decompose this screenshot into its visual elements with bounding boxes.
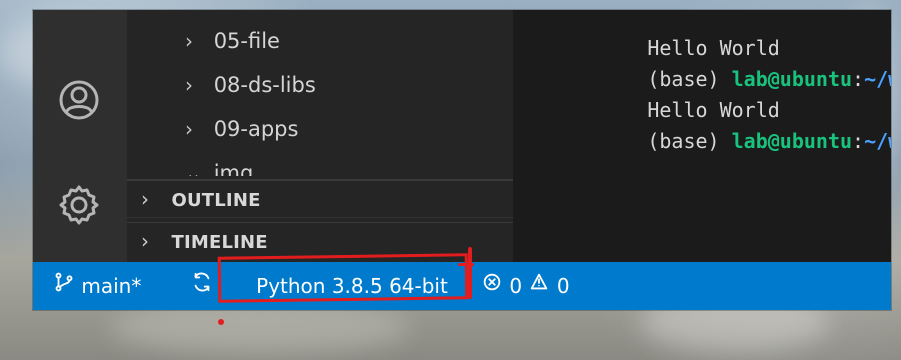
- chevron-right-icon: ›: [185, 73, 193, 97]
- warning-icon: [528, 262, 550, 310]
- git-branch-status[interactable]: main*: [53, 262, 141, 310]
- timeline-section-header[interactable]: › TIMELINE: [127, 222, 513, 259]
- desktop-screenshot: › 05-file › 08-ds-libs › 09-apps ⌄ img ›…: [0, 0, 901, 360]
- prompt-prefix: (base): [647, 129, 732, 153]
- explorer-item-08-ds-libs[interactable]: › 08-ds-libs: [185, 68, 316, 102]
- explorer-item-label: img: [213, 161, 254, 176]
- vscode-window: › 05-file › 08-ds-libs › 09-apps ⌄ img ›…: [33, 10, 891, 310]
- prompt-path: ~/wo: [864, 129, 891, 153]
- prompt-separator: :: [852, 129, 865, 153]
- explorer-item-label: 05-file: [213, 29, 280, 53]
- chevron-right-icon: ›: [141, 229, 150, 253]
- account-icon[interactable]: [55, 76, 103, 124]
- sync-button[interactable]: [190, 262, 214, 310]
- activity-bar: [33, 10, 127, 262]
- chevron-right-icon: ›: [185, 29, 193, 53]
- warning-count: 0: [556, 274, 570, 298]
- error-count: 0: [509, 274, 523, 298]
- prompt-path: ~/wo: [864, 67, 891, 91]
- timeline-label: TIMELINE: [171, 232, 268, 253]
- outline-section-header[interactable]: › OUTLINE: [127, 179, 513, 218]
- terminal-panel[interactable]: Hello World (base) lab@ubuntu:~/wo Hello…: [513, 10, 891, 262]
- prompt-user: lab@ubuntu: [731, 129, 853, 153]
- sync-icon: [191, 262, 213, 310]
- explorer-item-label: 08-ds-libs: [213, 73, 316, 97]
- git-branch-label: main*: [81, 274, 142, 298]
- explorer-item-05-file[interactable]: › 05-file: [185, 24, 280, 58]
- explorer-item-img[interactable]: ⌄ img: [185, 156, 253, 176]
- outline-label: OUTLINE: [171, 190, 261, 211]
- prompt-separator: :: [852, 67, 865, 91]
- error-icon: [481, 262, 503, 310]
- settings-icon[interactable]: [55, 180, 103, 228]
- explorer-sidebar: › 05-file › 08-ds-libs › 09-apps ⌄ img ›…: [127, 10, 513, 262]
- python-interpreter-button[interactable]: Python 3.8.5 64-bit: [247, 262, 457, 310]
- status-bar: main* Python 3.8.5 64-bit 0 0: [33, 262, 891, 310]
- terminal-prompt-line: (base) lab@ubuntu:~/wo: [551, 95, 891, 188]
- python-interpreter-label: Python 3.8.5 64-bit: [256, 274, 448, 298]
- explorer-item-09-apps[interactable]: › 09-apps: [185, 112, 298, 146]
- problems-status[interactable]: 0 0: [481, 262, 570, 310]
- source-control-icon: [53, 262, 75, 310]
- chevron-right-icon: ›: [141, 187, 150, 211]
- explorer-item-label: 09-apps: [213, 117, 299, 141]
- chevron-right-icon: ›: [185, 117, 193, 141]
- chevron-down-icon: ⌄: [185, 161, 202, 176]
